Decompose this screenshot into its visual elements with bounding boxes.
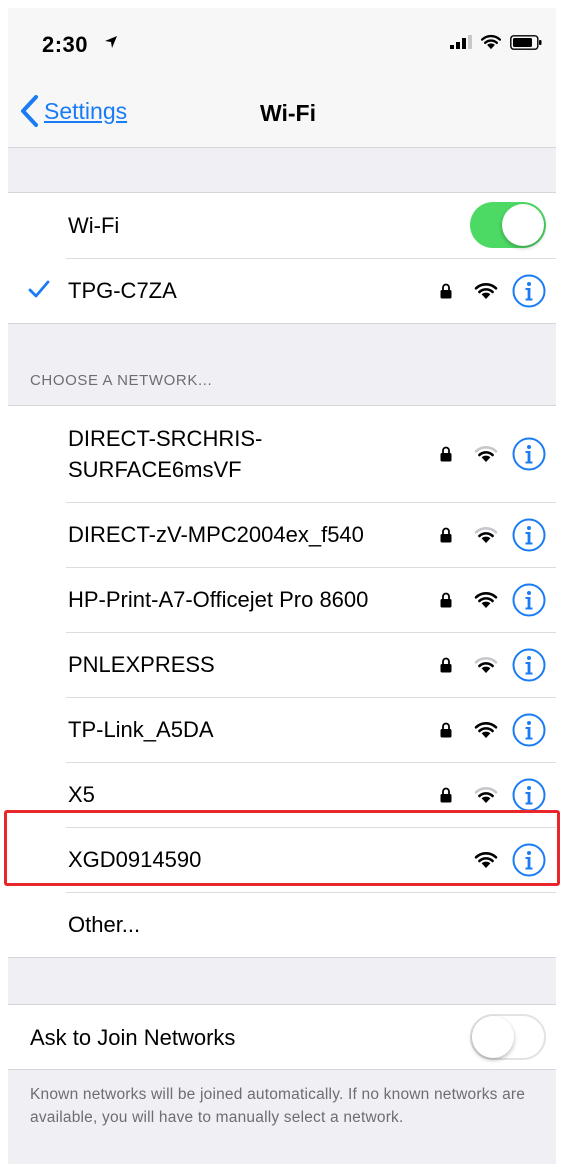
wifi-signal-icon [474, 656, 498, 673]
network-row[interactable]: X5 [8, 762, 556, 827]
ask-to-join-row: Ask to Join Networks [8, 1005, 556, 1069]
battery-icon [510, 34, 542, 50]
network-list: DIRECT-SRCHRIS- SURFACE6msVF DIRECT-zV-MP… [8, 405, 556, 958]
network-row[interactable]: XGD0914590 [8, 827, 556, 892]
cellular-signal-icon [450, 35, 472, 49]
info-icon[interactable] [512, 778, 546, 812]
status-time: 2:30 [42, 32, 89, 57]
lock-icon [440, 592, 452, 607]
network-row[interactable]: HP-Print-A7-Officejet Pro 8600 [8, 567, 556, 632]
network-name: X5 [68, 782, 95, 807]
info-icon[interactable] [512, 518, 546, 552]
wifi-signal-icon [474, 446, 498, 462]
network-row[interactable]: PNLEXPRESS [8, 632, 556, 697]
navigation-bar: Settings Wi-Fi [8, 76, 556, 148]
network-name: TP-Link_A5DA [68, 717, 214, 742]
wifi-signal-icon [474, 526, 498, 543]
info-icon[interactable] [512, 843, 546, 877]
info-icon[interactable] [512, 713, 546, 747]
network-name: DIRECT-zV-MPC2004ex_f540 [68, 522, 364, 547]
status-indicators [450, 34, 542, 50]
lock-icon [440, 657, 452, 672]
network-indicators [474, 827, 546, 892]
info-icon[interactable] [512, 274, 546, 308]
checkmark-icon [28, 280, 50, 298]
page-title: Wi-Fi [260, 100, 316, 126]
wifi-signal-icon [474, 851, 498, 868]
toggle-knob [472, 1016, 514, 1058]
network-name: PNLEXPRESS [68, 652, 215, 677]
other-network-row[interactable]: Other... [8, 892, 556, 957]
network-row[interactable]: DIRECT-zV-MPC2004ex_f540 [8, 502, 556, 567]
wifi-signal-icon [474, 282, 498, 299]
network-indicators [440, 406, 546, 502]
network-indicators [440, 632, 546, 697]
wifi-toggle-switch[interactable] [470, 202, 546, 248]
wifi-status-icon [480, 34, 502, 50]
other-network-label: Other... [68, 912, 141, 937]
connected-network-name: TPG-C7ZA [68, 278, 177, 303]
wifi-signal-icon [474, 786, 498, 803]
network-row[interactable]: DIRECT-SRCHRIS- SURFACE6msVF [8, 406, 556, 502]
network-indicators [440, 762, 546, 827]
network-indicators [440, 502, 546, 567]
wifi-toggle-row: Wi-Fi [8, 193, 556, 258]
network-name: XGD0914590 [68, 847, 202, 872]
location-arrow-icon [105, 36, 117, 48]
wifi-signal-icon [474, 591, 498, 608]
network-indicators [440, 567, 546, 632]
ask-to-join-footer: Known networks will be joined automatica… [30, 1086, 526, 1126]
ask-to-join-toggle[interactable] [470, 1014, 546, 1060]
info-icon[interactable] [512, 648, 546, 682]
network-name: DIRECT-SRCHRIS- SURFACE6msVF [68, 426, 263, 482]
lock-icon [440, 527, 452, 542]
choose-network-header: CHOOSE A NETWORK... [30, 372, 213, 389]
network-indicators [440, 697, 546, 762]
network-row[interactable]: TP-Link_A5DA [8, 697, 556, 762]
connected-network-row[interactable]: TPG-C7ZA [8, 258, 556, 323]
network-name: HP-Print-A7-Officejet Pro 8600 [68, 587, 369, 612]
toggle-knob [502, 204, 544, 246]
network-indicators [440, 258, 546, 323]
lock-icon [440, 283, 452, 298]
lock-icon [440, 446, 452, 462]
lock-icon [440, 722, 452, 737]
settings-screen: 2:30 Settings Wi-Fi Wi-Fi TPG-C7ZA CHOOS… [8, 8, 556, 1164]
lock-icon [440, 787, 452, 802]
wifi-toggle-label: Wi-Fi [68, 213, 120, 238]
wifi-main-group: Wi-Fi TPG-C7ZA [8, 192, 556, 324]
ask-to-join-group: Ask to Join Networks [8, 1004, 556, 1070]
status-bar: 2:30 [8, 8, 556, 76]
ask-to-join-label: Ask to Join Networks [30, 1024, 236, 1050]
wifi-signal-icon [474, 721, 498, 738]
info-icon[interactable] [512, 437, 546, 471]
info-icon[interactable] [512, 583, 546, 617]
